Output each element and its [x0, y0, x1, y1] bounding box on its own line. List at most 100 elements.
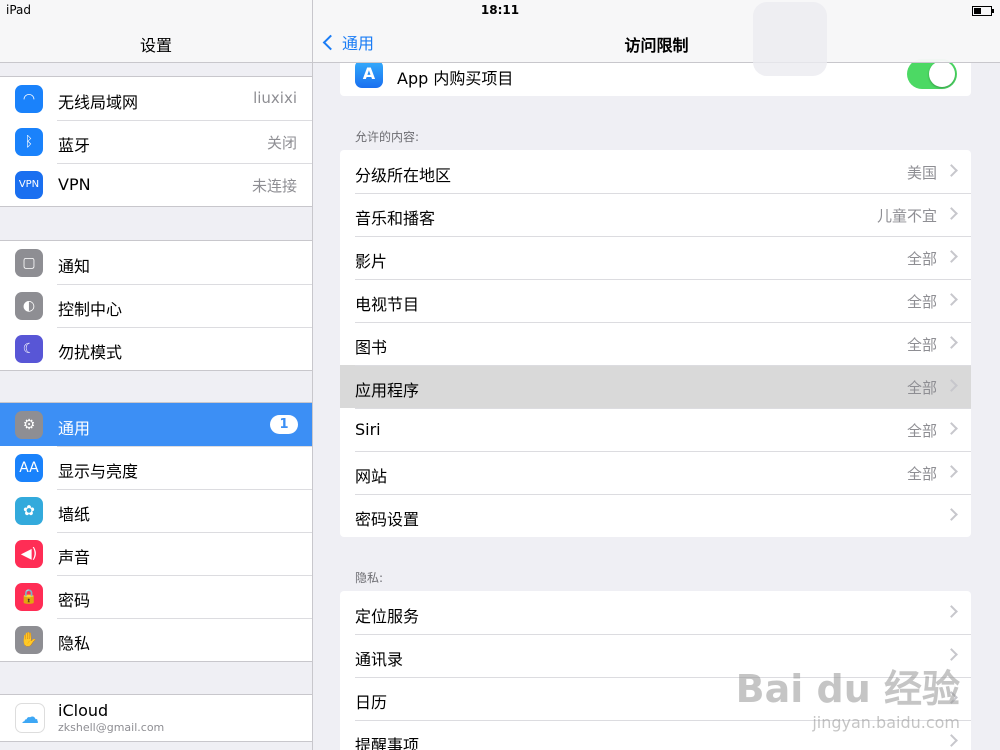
sidebar-title: 设置	[139, 36, 172, 55]
app-store-icon: A	[355, 60, 383, 88]
restriction-label: 日历	[355, 693, 388, 712]
restriction-value: 全部	[906, 379, 937, 397]
page-title: 访问限制	[624, 36, 689, 55]
restriction-value: 全部	[906, 422, 937, 440]
sidebar-item-bluetooth[interactable]: ᛒ 蓝牙 关闭	[0, 120, 312, 163]
allowed-content-card: 分级所在地区 美国 音乐和播客 儿童不宜 影片 全部 电视节目 全部 图书 全部 应用程序 全部 Sir…	[340, 150, 971, 537]
sidebar-group-connectivity: ◠ 无线局域网 liuxixi ᛒ 蓝牙 关闭 VPN VPN 未连接	[0, 76, 312, 207]
baidu-watermark: Bai du 经验 jingyan.baidu.com	[736, 658, 960, 732]
sidebar-group-notifications: ▢ 通知 ◐ 控制中心 ☾ 勿扰模式	[0, 240, 312, 371]
sidebar-item-label: 勿扰模式	[58, 343, 123, 362]
chevron-right-icon	[945, 508, 958, 521]
restriction-label: 网站	[355, 467, 388, 486]
watermark-text: Bai du 经验	[735, 667, 960, 711]
hand-icon: ✋	[15, 626, 43, 654]
sidebar-item-label: 显示与亮度	[58, 462, 139, 481]
sidebar-item-lock[interactable]: 🔒 密码	[0, 575, 312, 618]
restriction-label: 定位服务	[355, 607, 420, 626]
control-center-icon: ◐	[15, 292, 43, 320]
restriction-label: 影片	[355, 252, 388, 271]
status-bar: iPad 18:11	[0, 0, 1000, 20]
sidebar-group-accounts: ☁ iCloud zkshell@gmail.com	[0, 694, 312, 742]
restriction-row[interactable]: 音乐和播客 儿童不宜	[340, 193, 971, 236]
restriction-row[interactable]: 网站 全部	[340, 451, 971, 494]
sidebar-item-label: 隐私	[58, 634, 91, 653]
restriction-row[interactable]: 分级所在地区 美国	[340, 150, 971, 193]
gear-icon: ⚙	[15, 411, 43, 439]
lock-icon: 🔒	[15, 583, 43, 611]
sidebar-item-display[interactable]: AA 显示与亮度	[0, 446, 312, 489]
restriction-label: 分级所在地区	[355, 166, 452, 185]
sidebar-item-sound[interactable]: ◀) 声音	[0, 532, 312, 575]
notification-icon: ▢	[15, 249, 43, 277]
in-app-purchases-label: App 内购买项目	[397, 69, 514, 88]
sidebar-item-wifi[interactable]: ◠ 无线局域网 liuxixi	[0, 77, 312, 120]
restriction-row[interactable]: 应用程序 全部	[340, 365, 971, 408]
sidebar-item-vpn[interactable]: VPN VPN 未连接	[0, 163, 312, 206]
sidebar-item-value: 未连接	[251, 177, 297, 195]
restriction-label: 电视节目	[355, 295, 420, 314]
restriction-label: 应用程序	[355, 381, 420, 400]
restriction-row[interactable]: 影片 全部	[340, 236, 971, 279]
watermark-url: jingyan.baidu.com	[812, 713, 960, 732]
sidebar-item-wallpaper[interactable]: ✿ 墙纸	[0, 489, 312, 532]
chevron-right-icon	[945, 293, 958, 306]
icloud-icon: ☁	[15, 703, 45, 733]
restrictions-pane: 通用 访问限制 A App 内购买项目 允许的内容: 分级所在地区 美国 音乐和播客…	[313, 0, 1000, 750]
content-section-header: 允许的内容:	[355, 130, 420, 144]
sidebar-item-label: 通知	[58, 257, 91, 276]
sidebar-item-label: 密码	[58, 591, 91, 610]
restriction-value: 全部	[906, 465, 937, 483]
sidebar-item-hand[interactable]: ✋ 隐私	[0, 618, 312, 661]
clock: 18:11	[480, 3, 520, 17]
chevron-right-icon	[945, 250, 958, 263]
sidebar-item-label: 无线局域网	[58, 93, 139, 112]
restriction-value: 全部	[906, 293, 937, 311]
chevron-right-icon	[945, 605, 958, 618]
chevron-right-icon	[945, 379, 958, 392]
in-app-purchases-toggle[interactable]	[907, 59, 957, 89]
chevron-right-icon	[945, 422, 958, 435]
restriction-label: 密码设置	[355, 510, 420, 529]
privacy-section-header: 隐私:	[355, 571, 384, 585]
restriction-row[interactable]: 密码设置	[340, 494, 971, 537]
sidebar-item-label: 蓝牙	[58, 136, 91, 155]
chevron-right-icon	[945, 164, 958, 177]
sidebar-item-label: 声音	[58, 548, 91, 567]
restriction-label: 音乐和播客	[355, 209, 436, 228]
vpn-icon: VPN	[15, 171, 43, 199]
restriction-value: 美国	[906, 164, 937, 182]
sidebar-item-label: 通用	[58, 419, 91, 438]
sidebar-group-general: ⚙ 通用 1 AA 显示与亮度 ✿ 墙纸 ◀) 声音 🔒 密码 ✋ 隐私	[0, 402, 312, 662]
restriction-row[interactable]: 电视节目 全部	[340, 279, 971, 322]
battery-icon	[972, 3, 994, 17]
bluetooth-icon: ᛒ	[15, 128, 43, 156]
restriction-label: 图书	[355, 338, 388, 357]
sidebar-item-icloud[interactable]: ☁ iCloud zkshell@gmail.com	[0, 695, 312, 741]
chevron-right-icon	[945, 465, 958, 478]
sidebar-item-label: 控制中心	[58, 300, 123, 319]
restriction-label: 提醒事项	[355, 736, 420, 750]
display-icon: AA	[15, 454, 43, 482]
restriction-row[interactable]: Siri 全部	[340, 408, 971, 451]
settings-sidebar: 设置 ◠ 无线局域网 liuxixi ᛒ 蓝牙 关闭 VPN VPN 未连接 ▢ 通知 ◐ 控制中心 ☾…	[0, 0, 313, 750]
wifi-icon: ◠	[15, 85, 43, 113]
restriction-row[interactable]: 图书 全部	[340, 322, 971, 365]
restriction-label: 通讯录	[355, 650, 404, 669]
restriction-row[interactable]: 定位服务	[340, 591, 971, 634]
sidebar-item-notification[interactable]: ▢ 通知	[0, 241, 312, 284]
restriction-label: Siri	[355, 420, 381, 439]
sound-icon: ◀)	[15, 540, 43, 568]
moon-icon: ☾	[15, 335, 43, 363]
sidebar-item-moon[interactable]: ☾ 勿扰模式	[0, 327, 312, 370]
sidebar-item-label: 墙纸	[58, 505, 91, 524]
sidebar-item-control-center[interactable]: ◐ 控制中心	[0, 284, 312, 327]
sidebar-item-gear[interactable]: ⚙ 通用 1	[0, 403, 312, 446]
sidebar-item-label: VPN	[58, 175, 91, 194]
sidebar-item-value: 关闭	[266, 134, 297, 152]
chevron-right-icon	[945, 207, 958, 220]
restriction-value: 全部	[906, 250, 937, 268]
icloud-account: zkshell@gmail.com	[58, 721, 165, 734]
update-badge: 1	[270, 415, 298, 434]
chevron-right-icon	[945, 336, 958, 349]
